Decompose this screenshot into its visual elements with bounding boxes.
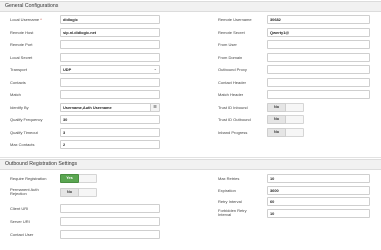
field-label-text: Contact User bbox=[10, 232, 34, 237]
from-domain-input[interactable] bbox=[267, 52, 370, 62]
contact-header-input[interactable] bbox=[267, 77, 370, 87]
field-value: 3600 bbox=[270, 187, 279, 193]
field-label: Trust ID Inbound bbox=[218, 103, 248, 112]
field-label-text: Expiration bbox=[218, 187, 236, 193]
max-retries-input[interactable]: 10 bbox=[267, 174, 370, 183]
field-label: Outbound Proxy bbox=[218, 65, 247, 74]
field-label: Forbidden Retry Interval bbox=[218, 208, 247, 218]
field-label-text: Server URI bbox=[10, 219, 30, 224]
field-label-text: Match Header bbox=[218, 92, 244, 97]
field-label: Contact User bbox=[10, 230, 33, 239]
field-label-text: Contact Header bbox=[218, 79, 247, 85]
field-label: Match Header bbox=[218, 90, 243, 99]
field-label-text: Trust ID Inbound bbox=[218, 104, 248, 110]
field-label-text: Remote Username bbox=[218, 17, 252, 22]
match-header-input[interactable] bbox=[267, 90, 370, 99]
field-label: Retry Interval bbox=[218, 197, 242, 206]
field-label: Max Contacts bbox=[10, 140, 34, 149]
form-row-contact-header: Contact Header bbox=[0, 77, 381, 88]
form-row-trust-id-outbound: Trust ID Outbound No bbox=[0, 115, 381, 125]
field-value: 60 bbox=[270, 199, 275, 204]
form-row-from-domain: From Domain bbox=[0, 52, 381, 63]
field-label-text: From Domain bbox=[218, 54, 243, 60]
field-label: Expiration bbox=[218, 186, 236, 195]
form-row-trust-id-inbound: Trust ID Inbound No bbox=[0, 102, 381, 113]
max-contacts-input[interactable]: 2 bbox=[60, 140, 160, 149]
field-label: Trust ID Outbound bbox=[218, 115, 251, 124]
toggle-state[interactable]: No bbox=[267, 127, 286, 137]
field-label: Max Retries bbox=[218, 174, 239, 183]
form-row-outbound-proxy: Outbound Proxy bbox=[0, 65, 381, 75]
form-row-match-header: Match Header bbox=[0, 90, 381, 100]
retry-interval-input[interactable]: 60 bbox=[267, 197, 370, 206]
field-label-text: Remote Secret bbox=[218, 29, 245, 35]
form-row-expiration: Expiration 3600 bbox=[0, 185, 381, 196]
forbidden-retry-input[interactable]: 10 bbox=[267, 208, 370, 218]
field-label: From User bbox=[218, 40, 237, 49]
remote-username-input[interactable]: 30682 bbox=[267, 15, 370, 24]
form-row-from-user: From User bbox=[0, 40, 381, 50]
field-value: 30682 bbox=[270, 17, 281, 22]
outbound-proxy-input[interactable] bbox=[267, 65, 370, 74]
from-user-input[interactable] bbox=[267, 40, 370, 49]
field-label: Contact Header bbox=[218, 78, 246, 87]
field-label: Remote Secret bbox=[218, 28, 245, 37]
field-value: 10 bbox=[270, 176, 275, 181]
field-value: Qwerty1@ bbox=[270, 29, 290, 35]
field-value: 2 bbox=[63, 142, 66, 147]
general-section-title: General Configurations bbox=[0, 1, 381, 12]
field-label-text: Max Contacts bbox=[10, 142, 35, 147]
form-row-max-retries: Max Retries 10 bbox=[0, 174, 381, 184]
field-label-text: Inband Progress bbox=[218, 129, 248, 135]
form-row-retry-interval: Retry Interval 60 bbox=[0, 197, 381, 207]
field-label-text: Outbound Proxy bbox=[218, 67, 247, 72]
form-row-forbidden-retry-interval: Forbidden Retry Interval 10 bbox=[0, 208, 381, 219]
form-row-remote-secret: Remote Secret Qwerty1@ bbox=[0, 27, 381, 38]
toggle-state[interactable]: No bbox=[267, 115, 286, 124]
field-label-text: Retry Interval bbox=[218, 199, 242, 204]
field-label: From Domain bbox=[218, 53, 242, 62]
form-row-inband-progress: Inband Progress No bbox=[0, 127, 381, 138]
field-value: 10 bbox=[270, 210, 275, 216]
general-section: Local Username * didlogic Remote Host sip.n… bbox=[0, 12, 381, 158]
field-label-text: From User bbox=[218, 42, 237, 47]
field-label: Remote Username bbox=[218, 15, 252, 24]
form-row-remote-username: Remote Username 30682 bbox=[0, 15, 381, 25]
trust-id-outbound-toggle[interactable]: No bbox=[267, 115, 304, 124]
toggle-state[interactable]: No bbox=[267, 102, 286, 112]
remote-secret-input[interactable]: Qwerty1@ bbox=[267, 27, 370, 37]
trust-id-inbound-toggle[interactable]: No bbox=[267, 102, 304, 112]
field-label-text: Max Retries bbox=[218, 176, 240, 181]
field-label: Inband Progress bbox=[218, 128, 247, 137]
contact-user-input[interactable] bbox=[60, 230, 160, 239]
form-row-contact-user: Contact User bbox=[0, 230, 381, 240]
inband-progress-toggle[interactable]: No bbox=[267, 127, 304, 137]
outbound-section: Require Registration Yes Permanent Auth Rej… bbox=[0, 170, 381, 250]
expiration-input[interactable]: 3600 bbox=[267, 185, 370, 195]
field-label-text: Trust ID Outbound bbox=[218, 117, 251, 122]
outbound-section-title: Outbound Registration Settings bbox=[0, 159, 381, 170]
form-row-max-contacts: Max Contacts 2 bbox=[0, 140, 381, 150]
form-row-server-uri: Server URI bbox=[0, 217, 381, 227]
field-label-text: Interval bbox=[218, 211, 232, 217]
